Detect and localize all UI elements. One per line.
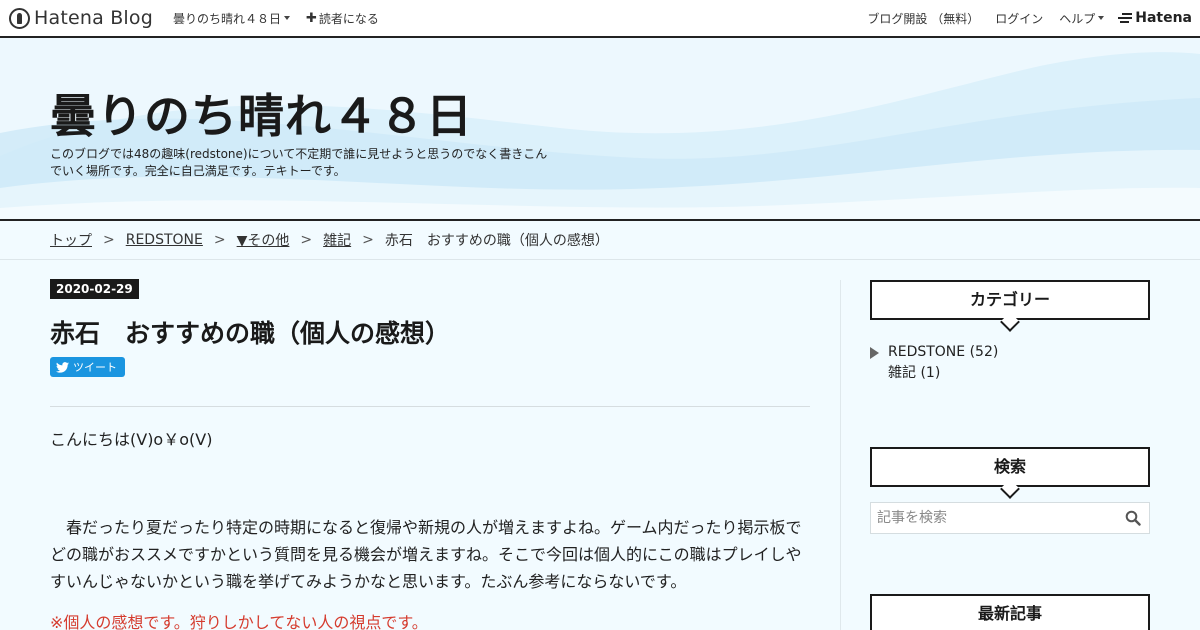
help-label: ヘルプ <box>1059 11 1096 26</box>
column-divider <box>840 280 841 630</box>
login-label: ログイン <box>995 11 1044 26</box>
entry-note: ※個人の感想です。狩りしかしてない人の視点です。 <box>50 613 428 630</box>
search-input[interactable] <box>871 503 1117 533</box>
entry-greeting: こんにちは(V)o￥o(V) <box>50 430 213 449</box>
hatena-blog-logo[interactable]: Hatena Blog <box>9 0 153 37</box>
category-label: REDSTONE (52) <box>888 344 999 360</box>
expand-triangle-icon[interactable] <box>870 346 879 359</box>
breadcrumb-top[interactable]: トップ <box>50 230 92 250</box>
entry-content: こんにちは(V)o￥o(V) 春だったり夏だったり特定の時期になると復帰や新規の… <box>50 428 810 630</box>
blog-description: このブログでは48の趣味(redstone)について不定期で誰に見せようと思うの… <box>50 147 548 178</box>
hatena-brand-icon <box>1118 11 1133 25</box>
entry-date[interactable]: 2020-02-29 <box>50 279 139 299</box>
hatena-blog-logo-icon <box>9 7 30 29</box>
login-link[interactable]: ログイン <box>987 0 1051 37</box>
entry-title-text: 赤石 おすすめの職（個人の感想） <box>50 319 451 348</box>
search-icon <box>1125 510 1141 526</box>
breadcrumb-current: 赤石 おすすめの職（個人の感想） <box>384 233 609 249</box>
open-blog-label: ブログ開設 （無料） <box>867 11 980 26</box>
category-list: REDSTONE (52) 雑記 (1) <box>870 342 998 384</box>
blog-menu-label: 曇りのち晴れ４８日 <box>173 11 282 26</box>
category-label: 雑記 (1) <box>888 365 941 381</box>
breadcrumb-separator: > <box>300 232 313 248</box>
subscribe-button[interactable]: ✚ 読者になる <box>298 0 387 37</box>
blog-menu-dropdown[interactable]: 曇りのち晴れ４８日 <box>165 0 298 37</box>
search-form <box>870 502 1150 534</box>
entry-article: 2020-02-29 赤石 おすすめの職（個人の感想） ツイート こんにちは(V… <box>50 260 810 630</box>
search-button[interactable] <box>1117 503 1149 533</box>
global-header-right: ブログ開設 （無料） ログイン ヘルプ Hatena <box>859 0 1200 37</box>
breadcrumb-other[interactable]: ▼その他 <box>237 230 290 250</box>
hatena-brand-link[interactable]: Hatena <box>1112 10 1192 26</box>
chevron-down-icon <box>284 16 291 20</box>
search-heading: 検索 <box>870 447 1150 487</box>
breadcrumb-misc[interactable]: 雑記 <box>323 230 351 250</box>
blog-header: 曇りのち晴れ４８日 このブログでは48の趣味(redstone)について不定期で… <box>0 38 1200 221</box>
tweet-label: ツイート <box>73 361 117 374</box>
sidebar: カテゴリー REDSTONE (52) 雑記 (1) 検索 最新記事 <box>870 260 1150 630</box>
plus-icon: ✚ <box>306 10 317 26</box>
tweet-button[interactable]: ツイート <box>50 357 125 377</box>
category-item-misc[interactable]: 雑記 (1) <box>870 363 998 384</box>
chevron-down-icon <box>1098 16 1105 20</box>
global-header: Hatena Blog 曇りのち晴れ４８日 ✚ 読者になる ブログ開設 （無料）… <box>0 0 1200 38</box>
hatena-brand-label: Hatena <box>1135 10 1192 26</box>
logo-text: Hatena Blog <box>34 7 153 29</box>
help-dropdown[interactable]: ヘルプ <box>1051 0 1112 37</box>
breadcrumb-redstone[interactable]: REDSTONE <box>126 232 203 248</box>
blog-title[interactable]: 曇りのち晴れ４８日 <box>50 80 473 146</box>
entry-title[interactable]: 赤石 おすすめの職（個人の感想） <box>50 314 450 350</box>
categories-heading: カテゴリー <box>870 280 1150 320</box>
twitter-bird-icon <box>56 361 69 373</box>
entry-paragraph: 春だったり夏だったり特定の時期になると復帰や新規の人が増えますよね。ゲーム内だっ… <box>50 518 802 591</box>
breadcrumb-separator: > <box>213 232 226 248</box>
entry-divider <box>50 406 810 407</box>
subscribe-label: 読者になる <box>318 11 379 26</box>
category-item-redstone[interactable]: REDSTONE (52) <box>870 342 998 363</box>
breadcrumb-separator: > <box>362 232 374 248</box>
breadcrumb: トップ > REDSTONE > ▼その他 > 雑記 > 赤石 おすすめの職（個… <box>0 221 1200 260</box>
breadcrumb-separator: > <box>103 232 115 248</box>
recent-entries-heading: 最新記事 <box>870 594 1150 630</box>
open-blog-link[interactable]: ブログ開設 （無料） <box>859 0 987 37</box>
